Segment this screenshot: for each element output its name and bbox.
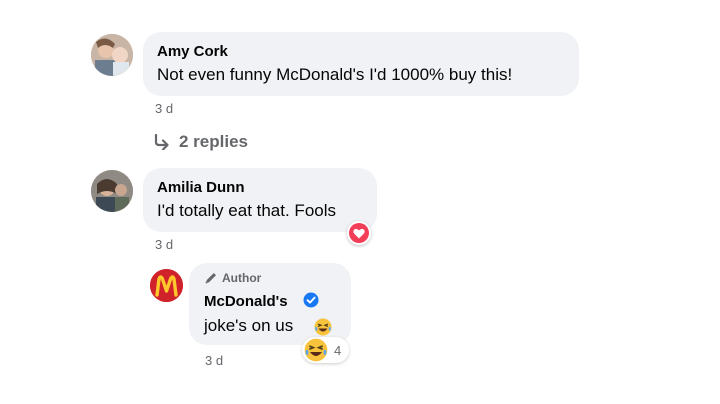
heart-icon [349,223,369,243]
avatar-amy-cork[interactable] [91,34,133,76]
comment-bubble-amy-cork [143,32,579,96]
laughing-crying-emoji-icon [314,318,332,336]
author-badge-label: Author [222,271,262,285]
reply-timestamp[interactable]: 3 d [205,353,223,368]
avatar-amilia-dunn[interactable] [91,170,133,212]
comment-text: Not even funny McDonald's I'd 1000% buy … [157,65,513,84]
view-replies-link[interactable]: 2 replies [153,132,248,152]
comment-timestamp[interactable]: 3 d [155,101,173,116]
reply-author-name[interactable]: McDonald's [204,293,288,310]
reaction-count: 4 [334,342,342,358]
author-badge: Author [204,271,261,285]
verified-badge-icon [303,292,319,308]
avatar-mcdonalds[interactable] [150,269,183,302]
comment-author-name[interactable]: Amilia Dunn [157,179,245,196]
reaction-badge[interactable] [347,221,371,245]
reaction-summary[interactable]: 4 [302,337,350,363]
pencil-icon [205,273,216,284]
reply-arrow-icon [154,134,169,150]
mcdonalds-logo-icon [150,269,183,302]
replies-count-label: 2 replies [179,132,248,151]
comment-author-name[interactable]: Amy Cork [157,43,228,60]
comment-text: I'd totally eat that. Fools [157,201,337,220]
laughing-crying-emoji-icon [304,338,328,362]
reply-text: joke's on us [204,316,294,335]
comment-bubble-amilia-dunn [143,168,377,232]
comment-timestamp[interactable]: 3 d [155,237,173,252]
